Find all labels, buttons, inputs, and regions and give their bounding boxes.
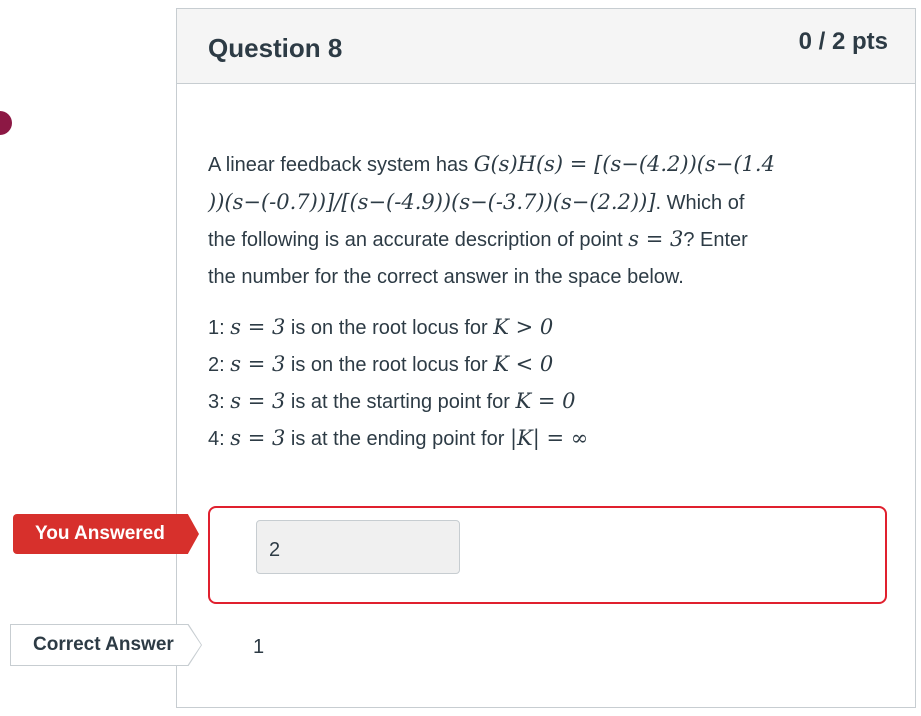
option-3: 3: s = 3 is at the starting point for K … <box>208 389 576 413</box>
question-line3-end: ? Enter <box>683 229 748 251</box>
point-expr: s = 3 <box>628 227 684 251</box>
question-intro: A linear feedback system has <box>208 154 474 176</box>
transfer-function: G(s)H(s) = [(s−(4.2))(s−(1.4 <box>473 152 775 176</box>
question-card: Question 8 0 / 2 pts A linear feedback s… <box>176 8 916 708</box>
question-header: Question 8 0 / 2 pts <box>177 9 915 84</box>
question-line4: the number for the correct answer in the… <box>208 265 684 288</box>
answer-input[interactable]: 2 <box>256 520 460 574</box>
option-2: 2: s = 3 is on the root locus for K < 0 <box>208 352 554 376</box>
option-1: 1: s = 3 is on the root locus for K > 0 <box>208 315 554 339</box>
question-text: A linear feedback system has G(s)H(s) = … <box>208 146 898 295</box>
correct-answer-value: 1 <box>253 636 265 658</box>
status-dot <box>0 111 12 135</box>
question-points: 0 / 2 pts <box>798 28 888 55</box>
question-title: Question 8 <box>208 33 343 63</box>
transfer-function-cont: ))(s−(-0.7))]/[(s−(-4.9))(s−(-3.7))(s−(2… <box>208 189 656 214</box>
you-answered-box: 2 <box>208 506 887 604</box>
question-line3: the following is an accurate description… <box>208 229 629 251</box>
answer-options: 1: s = 3 is on the root locus for K > 0 … <box>208 309 588 457</box>
option-4: 4: s = 3 is at the ending point for |K| … <box>208 426 589 450</box>
correct-answer-tag: Correct Answer <box>11 625 201 665</box>
you-answered-tag: You Answered <box>13 514 199 554</box>
question-after-expr: . Which of <box>655 191 745 214</box>
